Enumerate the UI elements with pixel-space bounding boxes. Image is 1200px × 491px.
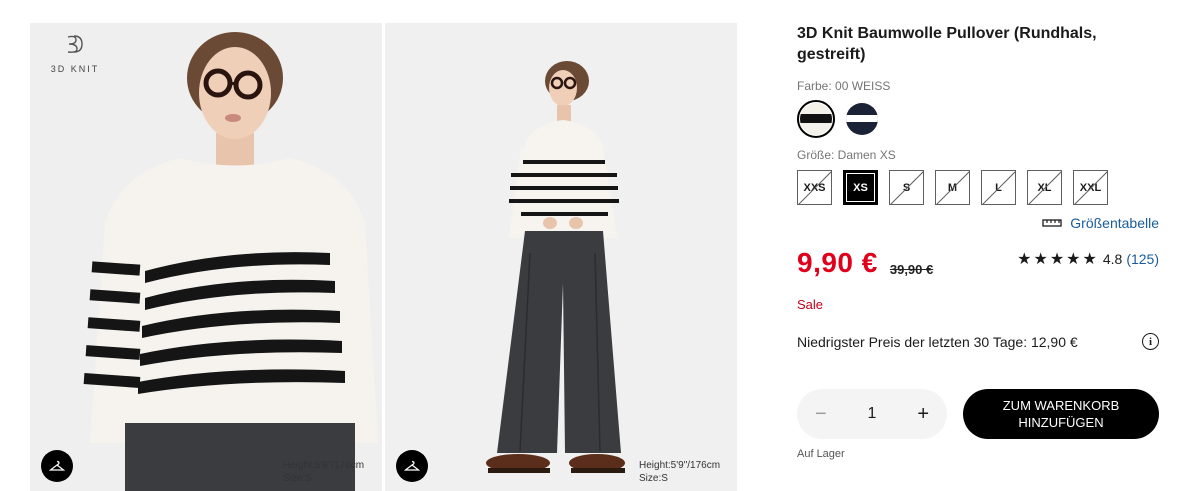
size-option-l[interactable]: L	[981, 170, 1016, 205]
3d-knit-label: 3D KNIT	[50, 64, 100, 74]
model-height: Height:5'9"/176cm	[283, 460, 365, 471]
color-swatch-white-chip	[800, 103, 832, 135]
color-swatches	[797, 100, 1159, 138]
info-icon[interactable]: i	[1142, 333, 1159, 350]
add-to-cart-label-line1: ZUM WARENKORB	[1002, 398, 1120, 413]
quantity-stepper: − 1 +	[797, 389, 947, 439]
size-option-s[interactable]: S	[889, 170, 924, 205]
hanger-button[interactable]	[41, 450, 73, 482]
model-height: Height:5'9"/176cm	[639, 460, 721, 471]
size-label: Größe: Damen XS	[797, 148, 896, 162]
product-gallery: 3D KNIT Height:5'9"/176cm Size:S Height:…	[30, 23, 738, 491]
3d-knit-logo: 3D KNIT	[40, 33, 110, 77]
size-chart-label: Größentabelle	[1070, 215, 1159, 231]
color-swatch-navy-chip	[846, 103, 878, 135]
model-size: Size:S	[639, 473, 668, 484]
size-selector: XXS XS S M L XL XXL	[797, 170, 1159, 205]
3d-knit-icon	[67, 35, 83, 53]
product-info-panel: 3D Knit Baumwolle Pullover (Rundhals, ge…	[797, 23, 1159, 460]
original-price: 39,90 €	[889, 262, 934, 277]
color-swatch-navy[interactable]	[843, 100, 881, 138]
stock-status: Auf Lager	[797, 448, 845, 460]
model-fullbody-image	[385, 23, 737, 491]
model-info: Height:5'9"/176cm Size:S	[639, 459, 720, 485]
ruler-icon	[1042, 219, 1062, 227]
product-rating[interactable]: ★★★★★ 4.8 (125)	[1017, 249, 1159, 269]
price-row: 9,90 € 39,90 € ★★★★★ 4.8 (125)	[797, 247, 1159, 279]
model-info: Height:5'9"/176cm Size:S	[283, 459, 364, 485]
quantity-value[interactable]: 1	[868, 405, 877, 423]
color-swatch-white[interactable]	[797, 100, 835, 138]
lowest-price-row: Niedrigster Preis der letzten 30 Tage: 1…	[797, 333, 1159, 350]
hanger-button[interactable]	[396, 450, 428, 482]
sale-badge: Sale	[797, 297, 824, 312]
current-price: 9,90 €	[797, 247, 878, 278]
product-photo-closeup[interactable]: 3D KNIT Height:5'9"/176cm Size:S	[30, 23, 382, 491]
add-to-cart-label-line2: HINZUFÜGEN	[1018, 415, 1104, 430]
size-option-xl[interactable]: XL	[1027, 170, 1062, 205]
product-photo-fullbody[interactable]: Height:5'9"/176cm Size:S	[385, 23, 737, 491]
lowest-price-text: Niedrigster Preis der letzten 30 Tage: 1…	[797, 333, 1078, 350]
rating-count[interactable]: (125)	[1126, 251, 1159, 267]
size-chart-link[interactable]: Größentabelle	[797, 215, 1159, 231]
size-option-xxl[interactable]: XXL	[1073, 170, 1108, 205]
size-option-m[interactable]: M	[935, 170, 970, 205]
size-option-xxs[interactable]: XXS	[797, 170, 832, 205]
quantity-decrease-button[interactable]: −	[815, 403, 827, 426]
hanger-icon	[404, 460, 420, 471]
size-option-xs[interactable]: XS	[843, 170, 878, 205]
hanger-icon	[49, 460, 65, 471]
rating-value: 4.8	[1102, 251, 1123, 267]
rating-stars-icon: ★★★★★	[1017, 251, 1099, 268]
cart-row: − 1 + ZUM WARENKORB HINZUFÜGEN	[797, 389, 1159, 439]
product-title: 3D Knit Baumwolle Pullover (Rundhals, ge…	[797, 25, 1097, 63]
model-size: Size:S	[283, 473, 312, 484]
color-label: Farbe: 00 WEISS	[797, 79, 891, 93]
quantity-increase-button[interactable]: +	[917, 403, 929, 426]
model-closeup-image	[30, 23, 382, 491]
add-to-cart-button[interactable]: ZUM WARENKORB HINZUFÜGEN	[963, 389, 1159, 439]
